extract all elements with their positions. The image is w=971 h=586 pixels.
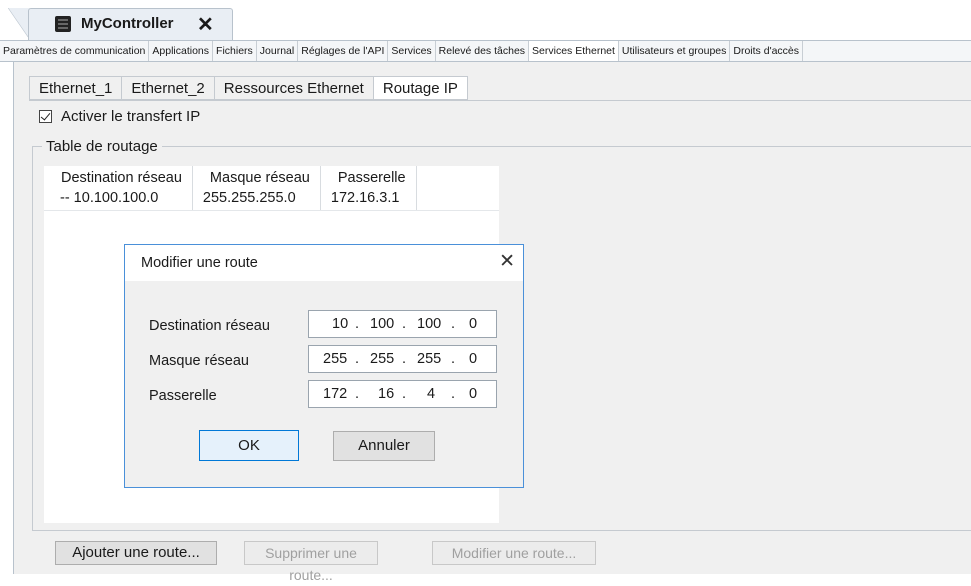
ip-forwarding-option[interactable]: Activer le transfert IP bbox=[39, 108, 200, 125]
passerelle-octet-3[interactable]: 4 bbox=[427, 386, 435, 402]
dialog-close-icon[interactable]: ✕ bbox=[499, 250, 515, 273]
column-header-destination[interactable]: Destination réseau bbox=[44, 166, 193, 188]
cancel-button[interactable]: Annuler bbox=[333, 431, 435, 461]
tab-journal[interactable]: Journal bbox=[256, 41, 299, 61]
document-tab-edge bbox=[8, 8, 30, 40]
tab-ressources-ethernet[interactable]: Ressources Ethernet bbox=[213, 76, 374, 100]
table-row-divider bbox=[44, 210, 499, 211]
tab-releve-taches[interactable]: Relevé des tâches bbox=[435, 41, 530, 61]
passerelle-ip-field[interactable]: 172 . 16 . 4 . 0 bbox=[308, 380, 497, 408]
ip-dot: . bbox=[355, 316, 360, 332]
dialog-title: Modifier une route bbox=[141, 255, 258, 271]
document-tab-strip: MyController ✕ bbox=[0, 0, 971, 40]
destination-ip-field[interactable]: 10 . 100 . 100 . 0 bbox=[308, 310, 497, 338]
column-header-passerelle[interactable]: Passerelle bbox=[320, 166, 417, 188]
ip-dot: . bbox=[355, 351, 360, 367]
tab-droits-acces[interactable]: Droits d'accès bbox=[730, 41, 804, 61]
edit-route-button[interactable]: Modifier une route... bbox=[432, 541, 596, 565]
dialog-titlebar[interactable]: Modifier une route ✕ bbox=[125, 245, 523, 281]
tab-parametres-communication[interactable]: Paramètres de communication bbox=[0, 41, 150, 61]
destination-octet-2[interactable]: 100 bbox=[370, 316, 394, 332]
ip-dot: . bbox=[451, 386, 456, 402]
main-tab-bar: Paramètres de communication Applications… bbox=[0, 40, 971, 62]
services-ethernet-panel: Ethernet_1 Ethernet_2 Ressources Etherne… bbox=[13, 62, 971, 583]
tab-routage-ip[interactable]: Routage IP bbox=[372, 76, 468, 100]
ip-dot: . bbox=[451, 316, 456, 332]
edit-route-dialog: Modifier une route ✕ Destination réseau … bbox=[124, 244, 524, 488]
ip-dot: . bbox=[402, 386, 407, 402]
ip-dot: . bbox=[402, 316, 407, 332]
masque-octet-1[interactable]: 255 bbox=[323, 351, 347, 367]
column-header-masque[interactable]: Masque réseau bbox=[192, 166, 321, 188]
passerelle-octet-4[interactable]: 0 bbox=[469, 386, 477, 402]
masque-octet-4[interactable]: 0 bbox=[469, 351, 477, 367]
controller-icon bbox=[55, 16, 71, 32]
close-icon[interactable]: ✕ bbox=[197, 12, 214, 37]
destination-octet-1[interactable]: 10 bbox=[332, 316, 348, 332]
ip-dot: . bbox=[451, 351, 456, 367]
ip-dot: . bbox=[402, 351, 407, 367]
routing-table-header: Destination réseau Masque réseau Passere… bbox=[44, 166, 417, 188]
passerelle-label: Passerelle bbox=[149, 388, 217, 404]
document-tab-mycontroller[interactable]: MyController ✕ bbox=[28, 8, 233, 40]
tab-fichiers[interactable]: Fichiers bbox=[213, 41, 257, 61]
masque-octet-2[interactable]: 255 bbox=[370, 351, 394, 367]
tab-services-ethernet[interactable]: Services Ethernet bbox=[529, 41, 619, 61]
ok-button[interactable]: OK bbox=[199, 430, 299, 461]
tab-services[interactable]: Services bbox=[388, 41, 436, 61]
ip-forwarding-checkbox[interactable] bbox=[39, 110, 52, 123]
ip-dot: . bbox=[355, 386, 360, 402]
table-row[interactable]: -- 10.100.100.0 255.255.255.0 172.16.3.1 bbox=[44, 188, 417, 210]
cell-masque: 255.255.255.0 bbox=[192, 188, 321, 210]
routing-table-group-title: Table de routage bbox=[42, 138, 162, 155]
add-route-button[interactable]: Ajouter une route... bbox=[55, 541, 217, 565]
cell-destination: -- 10.100.100.0 bbox=[44, 188, 193, 210]
masque-ip-field[interactable]: 255 . 255 . 255 . 0 bbox=[308, 345, 497, 373]
sub-tab-divider bbox=[29, 100, 971, 101]
tab-reglages-api[interactable]: Réglages de l'API bbox=[298, 41, 389, 61]
cell-passerelle: 172.16.3.1 bbox=[320, 188, 417, 210]
masque-octet-3[interactable]: 255 bbox=[417, 351, 441, 367]
tab-utilisateurs-groupes[interactable]: Utilisateurs et groupes bbox=[618, 41, 731, 61]
document-tab-title: MyController bbox=[81, 15, 174, 32]
destination-label: Destination réseau bbox=[149, 318, 270, 334]
destination-octet-4[interactable]: 0 bbox=[469, 316, 477, 332]
destination-octet-3[interactable]: 100 bbox=[417, 316, 441, 332]
passerelle-octet-1[interactable]: 172 bbox=[323, 386, 347, 402]
tab-ethernet-1[interactable]: Ethernet_1 bbox=[29, 76, 123, 100]
sub-tab-bar: Ethernet_1 Ethernet_2 Ressources Etherne… bbox=[29, 76, 468, 100]
ip-forwarding-label: Activer le transfert IP bbox=[61, 108, 201, 125]
tab-applications[interactable]: Applications bbox=[149, 41, 214, 61]
delete-route-button[interactable]: Supprimer une route... bbox=[244, 541, 378, 583]
tab-ethernet-2[interactable]: Ethernet_2 bbox=[121, 76, 215, 100]
passerelle-octet-2[interactable]: 16 bbox=[378, 386, 394, 402]
masque-label: Masque réseau bbox=[149, 353, 249, 369]
